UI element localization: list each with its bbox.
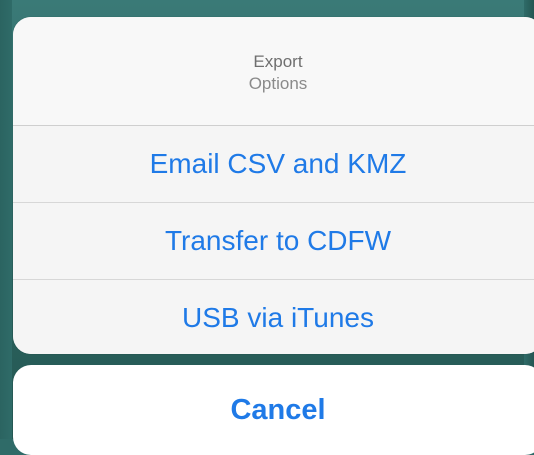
transfer-to-cdfw-button[interactable]: Transfer to CDFW (13, 203, 534, 280)
action-sheet-header: Export Options (13, 17, 534, 126)
cancel-button[interactable]: Cancel (13, 365, 534, 455)
background-left-edge (0, 0, 12, 439)
usb-via-itunes-button[interactable]: USB via iTunes (13, 280, 534, 354)
action-sheet-title: Export (253, 52, 303, 71)
email-csv-kmz-button[interactable]: Email CSV and KMZ (13, 126, 534, 203)
action-sheet-subtitle: Options (248, 74, 308, 93)
action-sheet: Export Options Email CSV and KMZ Transfe… (13, 17, 534, 354)
